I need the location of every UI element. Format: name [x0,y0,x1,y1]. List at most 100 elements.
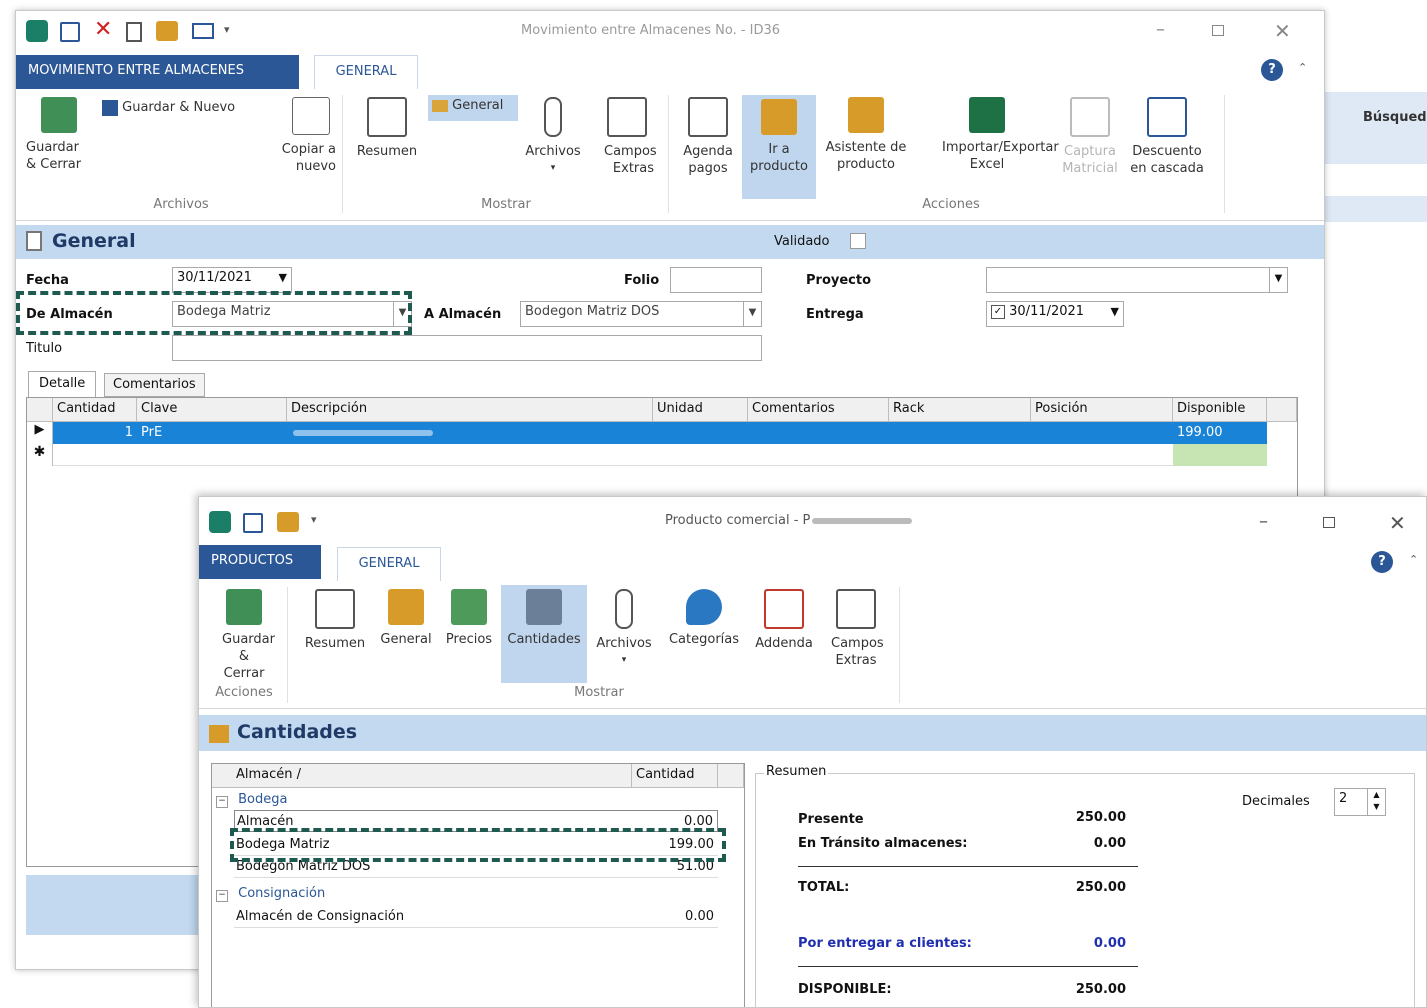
save-icon[interactable] [243,513,263,533]
ir-producto-button[interactable]: Ir a producto [742,95,816,199]
tab-movimiento[interactable]: MOVIMIENTO ENTRE ALMACENES [16,55,299,89]
decimales-input[interactable]: 2 ▲ ▼ [1334,788,1386,816]
titulo-input[interactable] [172,335,762,361]
guardar-nuevo-button[interactable]: Guardar & Nuevo [102,99,262,116]
col-unidad[interactable]: Unidad [653,398,748,422]
col-clave[interactable]: Clave [137,398,287,422]
archivos-button[interactable]: Archivos ▾ [589,589,659,669]
side-panel-band-top [1325,92,1427,164]
fecha-label: Fecha [26,273,69,288]
campos-extras-button[interactable]: Campos Extras [821,589,891,669]
agenda-pagos-button[interactable]: Agenda pagos [676,97,740,177]
close-button[interactable]: ✕ [1274,19,1291,43]
collapse-ribbon-icon[interactable]: ⌃ [1298,61,1307,74]
general-view-button[interactable]: General [428,95,518,121]
cell-cantidad[interactable]: 1 [53,425,133,440]
folio-input[interactable] [670,267,762,293]
cell-disponible[interactable]: 199.00 [1177,425,1223,440]
quick-access-dropdown-icon[interactable]: ▾ [224,23,230,36]
proyecto-input[interactable]: ▼ [986,267,1288,293]
save-new-icon [102,99,118,116]
tab-general[interactable]: GENERAL [337,547,441,581]
archivos-button[interactable]: Archivos ▾ [518,97,588,177]
ribbon: Guardar & Cerrar Acciones Resumen Genera… [199,581,1426,709]
minimize-button[interactable]: – [1156,19,1165,40]
asistente-producto-button[interactable]: Asistente de producto [818,97,914,173]
cantidades-header: Cantidades [199,715,1426,751]
proyecto-dropdown-icon[interactable]: ▼ [1269,268,1287,292]
col-cantidad[interactable]: Cantidad [53,398,137,422]
quick-access-dropdown-icon[interactable]: ▾ [311,513,317,526]
help-icon[interactable]: ? [1371,551,1393,573]
collapse-icon[interactable]: − [216,890,228,902]
entrega-checkbox[interactable]: ✓ [991,304,1005,319]
captura-matricial-button[interactable]: Captura Matricial [1058,97,1122,177]
entrega-input[interactable]: ✓ 30/11/2021 ▼ [986,301,1124,327]
cell-descripcion-blurred[interactable] [293,430,433,436]
resumen-button[interactable]: Resumen [297,589,373,652]
tab-detalle[interactable]: Detalle [28,371,97,397]
document-icon [26,231,42,251]
col-almacen[interactable]: Almacén / [212,764,632,788]
col-posicion[interactable]: Posición [1031,398,1173,422]
ribbon-separator [899,587,900,703]
help-icon[interactable]: ? [1261,59,1283,81]
tab-productos[interactable]: PRODUCTOS [199,545,321,579]
close-button[interactable]: ✕ [1389,511,1406,535]
importar-exportar-label: Importar/Exportar Excel [942,140,1059,172]
copiar-nuevo-button[interactable]: Copiar a nuevo [266,97,336,175]
descuento-cascada-button[interactable]: Descuento en cascada [1124,97,1210,177]
minimize-button[interactable]: – [1259,511,1268,532]
print-icon[interactable] [156,21,178,41]
tree-row[interactable]: Almacén de Consignación 0.00 [234,906,718,928]
cantidades-button[interactable]: Cantidades [501,585,587,683]
addenda-button[interactable]: Addenda [749,589,819,652]
group-bodega[interactable]: − Bodega [216,792,287,808]
print-icon[interactable] [277,512,299,532]
categorias-button[interactable]: Categorías [661,589,747,648]
table-row[interactable]: 1 PrE 199.00 [53,422,1267,444]
entrega-dropdown-icon[interactable]: ▼ [1111,305,1119,318]
save-icon[interactable] [60,22,80,42]
general-button[interactable]: General [375,589,437,648]
precios-button[interactable]: Precios [439,589,499,648]
general-view-icon [432,99,448,112]
col-cantidad[interactable]: Cantidad [632,764,718,788]
col-descripcion[interactable]: Descripción [287,398,653,422]
group-mostrar-label: Mostrar [481,197,531,212]
cell-clave[interactable]: PrE [141,425,162,440]
delete-icon[interactable]: ✕ [94,17,112,42]
guardar-cerrar-button[interactable]: Guardar & Cerrar [209,589,279,682]
group-consignacion[interactable]: − Consignación [216,886,325,902]
guardar-cerrar-button[interactable]: Guardar & Cerrar [26,97,92,173]
tab-comentarios[interactable]: Comentarios [104,373,205,397]
resumen-button[interactable]: Resumen [350,97,424,160]
archivos-dropdown-icon: ▾ [550,163,556,173]
guardar-nuevo-label: Guardar & Nuevo [122,100,236,115]
campos-extras-button[interactable]: Campos Extras [590,97,664,177]
a-almacen-input[interactable]: Bodegon Matriz DOS ▼ [520,301,762,327]
trash-icon[interactable] [126,22,142,42]
col-disponible[interactable]: Disponible [1173,398,1267,422]
collapse-icon[interactable]: − [216,796,228,808]
col-comentarios[interactable]: Comentarios [748,398,889,422]
window-title: Movimiento entre Almacenes No. - ID36 [521,23,781,38]
collapse-ribbon-icon[interactable]: ⌃ [1409,553,1418,566]
email-icon[interactable] [192,23,214,39]
a-almacen-dropdown-icon[interactable]: ▼ [743,302,761,326]
fecha-dropdown-icon[interactable]: ▼ [279,271,287,284]
fecha-input[interactable]: 30/11/2021 ▼ [172,267,292,293]
disponible-value: 250.00 [1075,982,1126,997]
tab-general[interactable]: GENERAL [314,55,418,89]
total-value: 250.00 [1075,880,1126,895]
decimales-spinner[interactable]: ▲ ▼ [1367,789,1385,815]
busqueda-label[interactable]: Búsqued [1363,110,1427,125]
maximize-button[interactable] [1212,25,1224,36]
importar-exportar-button[interactable]: Importar/Exportar Excel [916,97,1059,173]
validado-checkbox[interactable] [850,233,866,249]
new-row-disponible-cell[interactable] [1173,444,1267,466]
maximize-button[interactable] [1323,517,1335,528]
new-row[interactable] [53,444,1267,466]
campos-extras-label: Campos Extras [831,636,884,668]
col-rack[interactable]: Rack [889,398,1031,422]
